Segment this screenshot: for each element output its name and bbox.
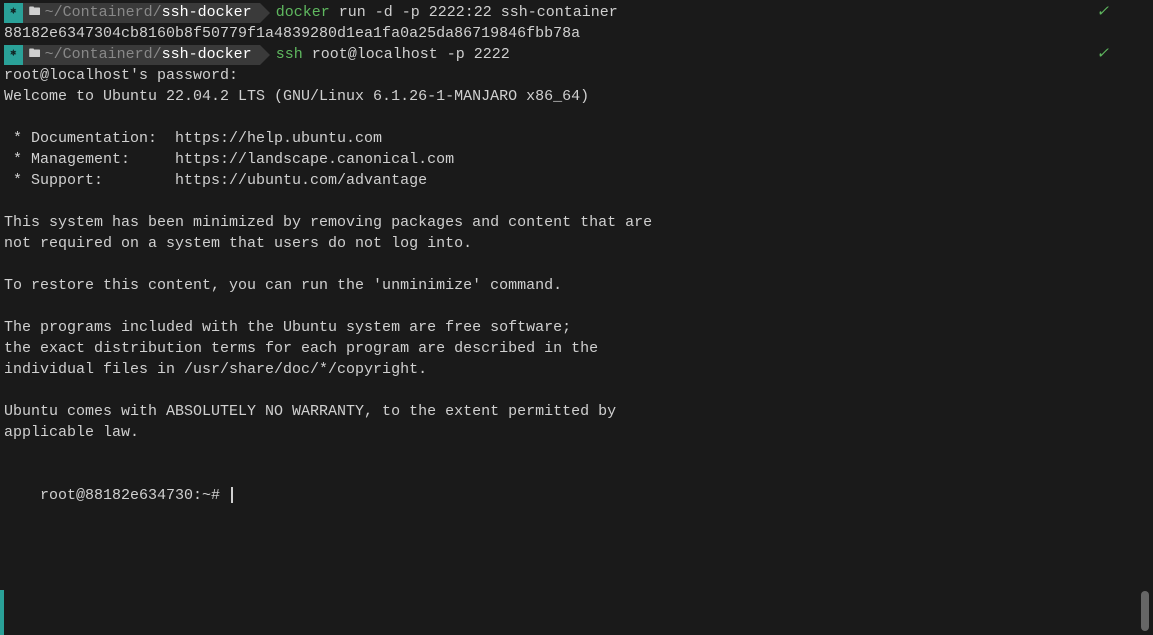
blank-line (4, 443, 1149, 464)
cursor (231, 487, 233, 503)
terminal-window[interactable]: ⎈ 🖿 ~/Containerd/ssh-docker docker run -… (0, 0, 1153, 529)
folder-icon: 🖿 (29, 4, 41, 21)
motd-minimized-2: not required on a system that users do n… (4, 233, 1149, 254)
path-prefix: ~/Containerd/ (45, 2, 162, 23)
motd-documentation: * Documentation: https://help.ubuntu.com (4, 128, 1149, 149)
prompt-line-2: ⎈ 🖿 ~/Containerd/ssh-docker ssh root@loc… (4, 44, 1149, 65)
prompt-path-2: 🖿 ~/Containerd/ssh-docker (23, 45, 260, 65)
prompt-line-1: ⎈ 🖿 ~/Containerd/ssh-docker docker run -… (4, 2, 1149, 23)
blank-line (4, 107, 1149, 128)
folder-icon: 🖿 (29, 46, 41, 63)
motd-warranty-2: applicable law. (4, 422, 1149, 443)
blank-line (4, 380, 1149, 401)
success-checkmark-icon: ✓ (1096, 2, 1149, 23)
motd-minimized-1: This system has been minimized by removi… (4, 212, 1149, 233)
command-arguments: run -d -p 2222:22 ssh-container (330, 4, 618, 21)
motd-license-3: individual files in /usr/share/doc/*/cop… (4, 359, 1149, 380)
prompt-badge-icon: ⎈ (4, 45, 23, 65)
motd-restore: To restore this content, you can run the… (4, 275, 1149, 296)
motd-license-1: The programs included with the Ubuntu sy… (4, 317, 1149, 338)
prompt-path-1: 🖿 ~/Containerd/ssh-docker (23, 3, 260, 23)
blank-line (4, 254, 1149, 275)
path-current-dir: ssh-docker (162, 44, 252, 65)
motd-support: * Support: https://ubuntu.com/advantage (4, 170, 1149, 191)
motd-warranty-1: Ubuntu comes with ABSOLUTELY NO WARRANTY… (4, 401, 1149, 422)
path-prefix: ~/Containerd/ (45, 44, 162, 65)
success-checkmark-icon: ✓ (1096, 44, 1149, 65)
shell-prompt-line[interactable]: root@88182e634730:~# (4, 464, 1149, 527)
path-current-dir: ssh-docker (162, 2, 252, 23)
password-prompt: root@localhost's password: (4, 65, 1149, 86)
prompt-badge-icon: ⎈ (4, 3, 23, 23)
blank-line (4, 191, 1149, 212)
command-executable: ssh (276, 46, 303, 63)
shell-prompt: root@88182e634730:~# (40, 487, 229, 504)
left-indicator-bar (0, 590, 4, 635)
command-arguments: root@localhost -p 2222 (303, 46, 510, 63)
docker-container-hash: 88182e6347304cb8160b8f50779f1a4839280d1e… (4, 23, 1149, 44)
welcome-banner: Welcome to Ubuntu 22.04.2 LTS (GNU/Linux… (4, 86, 1149, 107)
blank-line (4, 296, 1149, 317)
command-1: docker run -d -p 2222:22 ssh-container (276, 2, 618, 23)
command-2: ssh root@localhost -p 2222 (276, 44, 510, 65)
scrollbar-thumb[interactable] (1141, 591, 1149, 631)
motd-license-2: the exact distribution terms for each pr… (4, 338, 1149, 359)
motd-management: * Management: https://landscape.canonica… (4, 149, 1149, 170)
command-executable: docker (276, 4, 330, 21)
